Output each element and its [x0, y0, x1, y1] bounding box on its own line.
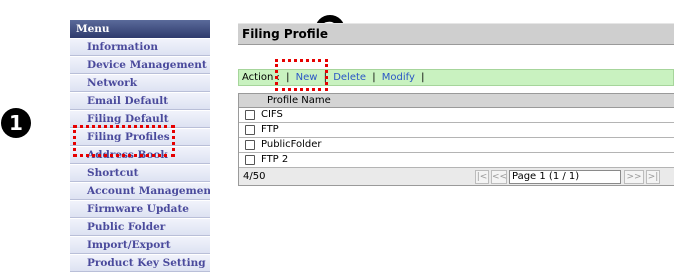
- sidebar-item-network[interactable]: Network: [70, 74, 210, 92]
- menu-header: Menu: [70, 20, 210, 38]
- row-checkbox[interactable]: [245, 140, 255, 150]
- sidebar-item-shortcut[interactable]: Shortcut: [70, 164, 210, 182]
- action-bar: Action : | New | Delete | Modify |: [238, 69, 674, 86]
- modify-button[interactable]: Modify: [382, 72, 415, 83]
- profile-name: FTP 2: [261, 154, 289, 165]
- sidebar-item-import-export[interactable]: Import/Export: [70, 236, 210, 254]
- table-row[interactable]: FTP 2: [239, 153, 674, 168]
- sidebar-item-filing-default[interactable]: Filing Default: [70, 110, 210, 128]
- table-row[interactable]: PublicFolder: [239, 138, 674, 153]
- sidebar-item-device-management[interactable]: Device Management: [70, 56, 210, 74]
- sidebar-item-address-book[interactable]: Address Book: [70, 146, 210, 164]
- action-separator: |: [323, 72, 327, 83]
- table-footer: 4/50 |< << Page 1 (1 / 1) >> >|: [239, 168, 674, 186]
- sidebar-item-filing-profiles[interactable]: Filing Profiles: [70, 128, 210, 146]
- action-separator: |: [421, 72, 425, 83]
- profile-name: CIFS: [261, 109, 283, 120]
- profile-name: PublicFolder: [261, 139, 322, 150]
- sidebar-item-account-management[interactable]: Account Management: [70, 182, 210, 200]
- last-page-button[interactable]: >|: [646, 169, 660, 184]
- profile-count: 4/50: [243, 171, 266, 182]
- profile-name: FTP: [261, 124, 279, 135]
- row-checkbox[interactable]: [245, 110, 255, 120]
- delete-button[interactable]: Delete: [333, 72, 366, 83]
- sidebar-item-product-key-setting[interactable]: Product Key Setting: [70, 254, 210, 272]
- sidebar-item-public-folder[interactable]: Public Folder: [70, 218, 210, 236]
- sidebar-item-information[interactable]: Information: [70, 38, 210, 56]
- previous-page-button[interactable]: <<: [491, 169, 507, 184]
- page-title: Filing Profile: [238, 23, 674, 45]
- first-page-button[interactable]: |<: [475, 169, 489, 184]
- next-page-button[interactable]: >>: [624, 169, 644, 184]
- step-1-marker: 1: [1, 108, 31, 138]
- sidebar-item-email-default[interactable]: Email Default: [70, 92, 210, 110]
- table-row[interactable]: CIFS: [239, 108, 674, 123]
- column-header-profile-name[interactable]: Profile Name: [239, 93, 674, 108]
- row-checkbox[interactable]: [245, 125, 255, 135]
- row-checkbox[interactable]: [245, 155, 255, 165]
- new-button[interactable]: New: [296, 72, 318, 83]
- table-row[interactable]: FTP: [239, 123, 674, 138]
- page-select[interactable]: Page 1 (1 / 1): [509, 169, 621, 184]
- action-separator: |: [372, 72, 376, 83]
- action-separator: |: [286, 72, 290, 83]
- sidebar-item-firmware-update[interactable]: Firmware Update: [70, 200, 210, 218]
- profile-table: Profile Name CIFS FTP PublicFolder FTP 2…: [238, 93, 674, 186]
- action-label: Action :: [242, 72, 280, 83]
- sidebar-menu: Menu Information Device Management Netwo…: [70, 20, 210, 272]
